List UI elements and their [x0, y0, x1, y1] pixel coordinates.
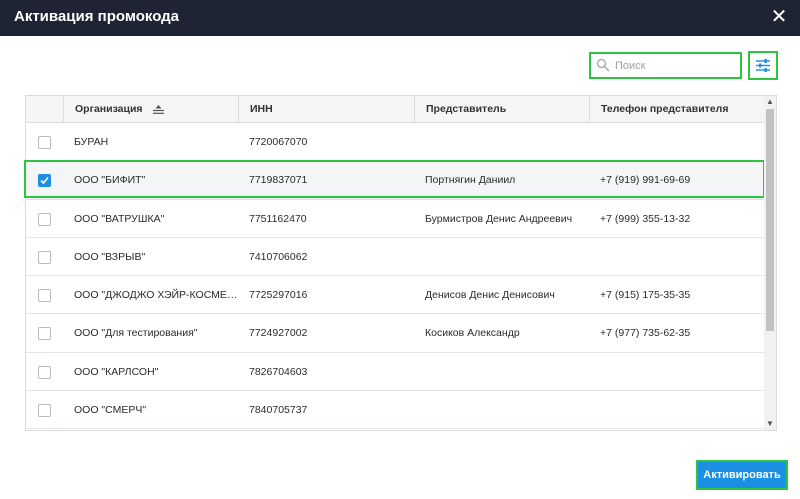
cell-phone [589, 391, 764, 429]
cell-inn: 7719837071 [249, 174, 308, 187]
cell-phone [589, 123, 764, 161]
checkbox[interactable] [38, 250, 51, 264]
filter-button[interactable] [748, 51, 778, 80]
cell-representative: Портнягин Даниил [425, 174, 516, 187]
organizations-table: Организация ИНН Представитель Телефон пр… [25, 95, 777, 431]
cell-phone [589, 238, 764, 276]
cell-phone: +7 (999) 355-13-32 [600, 212, 691, 225]
checkbox-checked[interactable] [38, 174, 51, 188]
table-row[interactable]: ООО "КАРЛСОН" 7826704603 [26, 352, 764, 392]
cell-representative: Денисов Денис Денисович [425, 289, 555, 302]
table-row[interactable]: ООО "СМЕРЧ" 7840705737 [26, 391, 764, 430]
checkbox[interactable] [38, 212, 51, 226]
checkbox[interactable] [38, 289, 51, 303]
activate-button[interactable]: Активировать [696, 460, 788, 490]
cell-organization: ООО "ВЗРЫВ" [74, 250, 146, 263]
checkbox[interactable] [38, 136, 51, 149]
search-input[interactable] [615, 57, 735, 75]
cell-inn: 7725297016 [249, 289, 308, 302]
cell-representative: Косиков Александр [425, 327, 520, 340]
column-header-inn[interactable]: ИНН [238, 96, 414, 123]
cell-inn: 7826704603 [249, 365, 308, 378]
column-header-representative[interactable]: Представитель [414, 96, 589, 123]
scroll-thumb[interactable] [766, 109, 774, 331]
checkbox[interactable] [38, 365, 51, 379]
table-row[interactable]: ООО "ВЗРЫВ" 7410706062 [26, 237, 764, 277]
cell-organization: ООО "ВАТРУШКА" [74, 212, 165, 225]
checkbox[interactable] [38, 327, 51, 341]
cell-organization: ООО "ДЖОДЖО ХЭЙР-КОСМЕТИ… [74, 289, 238, 302]
cell-inn: 7751162470 [249, 212, 307, 225]
table-header: Организация ИНН Представитель Телефон пр… [26, 96, 764, 123]
close-icon[interactable]: ✕ [768, 6, 790, 28]
cell-inn: 7410706062 [249, 250, 308, 263]
checkmark-icon [40, 177, 49, 185]
cell-representative [414, 353, 589, 391]
cell-representative [414, 391, 589, 429]
sort-icon[interactable] [153, 104, 165, 114]
cell-inn: 7724927002 [249, 327, 308, 340]
dialog-header: Активация промокода ✕ [0, 0, 800, 36]
search-icon [596, 58, 610, 72]
cell-organization: ООО "КАРЛСОН" [74, 365, 159, 378]
select-column-header [26, 96, 63, 123]
cell-organization: ООО "БИФИТ" [74, 174, 146, 187]
table-scrollbar[interactable]: ▲ ▼ [764, 96, 776, 430]
column-header-phone[interactable]: Телефон представителя [589, 96, 764, 123]
cell-organization: ООО "Для тестирования" [74, 327, 198, 340]
cell-representative: Бурмистров Денис Андреевич [425, 212, 573, 225]
column-header-label: Организация [75, 103, 143, 115]
cell-inn: 7840705737 [249, 404, 308, 417]
dialog-title: Активация промокода [14, 8, 180, 25]
cell-phone: +7 (915) 175-35-35 [600, 289, 691, 302]
table-row[interactable]: ООО "БИФИТ" 7719837071 Портнягин Даниил +7 … [26, 161, 764, 200]
table-row[interactable]: ООО "ДЖОДЖО ХЭЙР-КОСМЕТИ… 7725297016 Денис… [26, 276, 764, 315]
scroll-down-icon[interactable]: ▼ [764, 418, 776, 430]
cell-representative [414, 123, 589, 161]
column-header-organization[interactable]: Организация [63, 96, 238, 123]
cell-organization: ООО "СМЕРЧ" [74, 404, 147, 417]
scroll-up-icon[interactable]: ▲ [764, 96, 776, 108]
table-body: БУРАН 7720067070 ООО "БИФИТ" 7719837071 Порт… [26, 123, 764, 430]
table-row[interactable]: БУРАН 7720067070 [26, 123, 764, 162]
cell-phone: +7 (977) 735-62-35 [600, 327, 691, 340]
cell-organization: БУРАН [74, 136, 109, 148]
table-row[interactable]: ООО "Для тестирования" 7724927002 Косиков … [26, 314, 764, 353]
search-box[interactable] [589, 52, 742, 79]
checkbox[interactable] [38, 404, 51, 418]
cell-inn: 7720067070 [249, 136, 308, 148]
table-row[interactable]: ООО "ВАТРУШКА" 7751162470 Бурмистров Денис… [26, 199, 764, 238]
cell-phone: +7 (919) 991-69-69 [600, 174, 691, 187]
sliders-icon [756, 59, 770, 72]
cell-representative [414, 238, 589, 276]
cell-phone [589, 353, 764, 391]
